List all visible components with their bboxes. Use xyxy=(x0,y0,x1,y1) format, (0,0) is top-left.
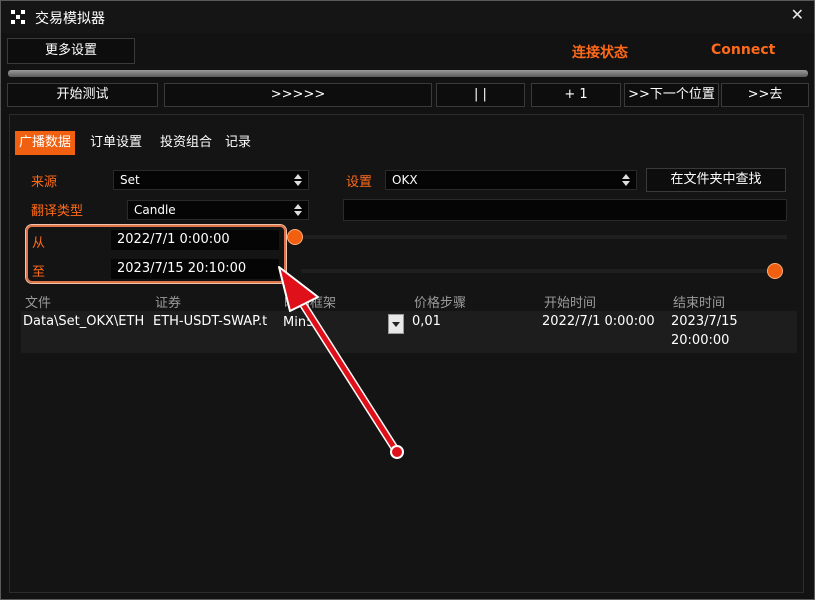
annotation-arrow xyxy=(278,266,404,459)
simulator-window: 交易模拟器 ✕ 更多设置 连接状态 Connect 开始测试 >>>>> | |… xyxy=(0,0,815,600)
